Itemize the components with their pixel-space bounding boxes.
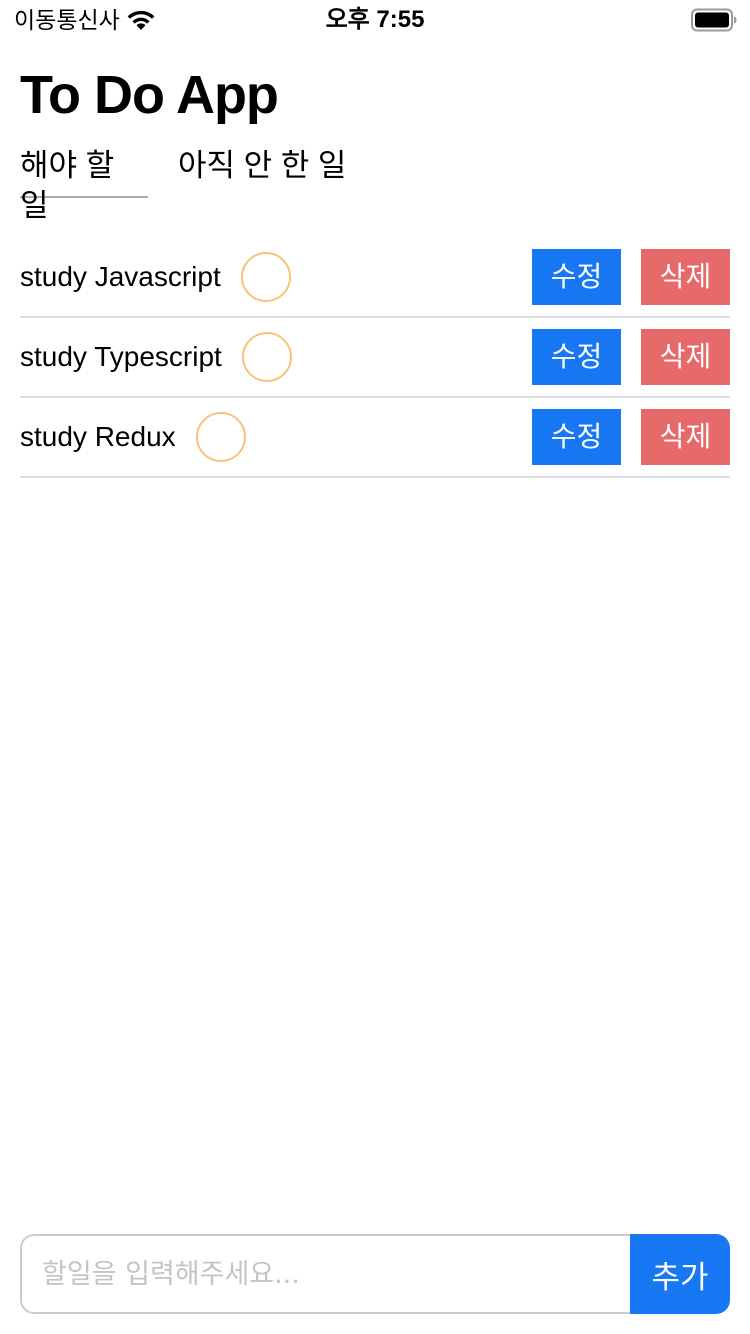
add-button[interactable]: 추가 [630,1234,730,1314]
status-time: 오후 7:55 [325,6,425,33]
todo-item: study Redux 수정 삭제 [20,398,730,478]
todo-text: study Typescript [20,341,222,372]
tab-undone[interactable]: 아직 안 한 일 [178,146,346,198]
todo-text: study Redux [20,421,176,452]
edit-button[interactable]: 수정 [532,249,621,305]
delete-button[interactable]: 삭제 [641,249,730,305]
page-title: To Do App [20,65,279,125]
todo-input[interactable] [20,1234,640,1314]
status-bar: 이동통신사 오후 7:55 [0,0,750,40]
edit-button[interactable]: 수정 [532,329,621,385]
todo-list: study Javascript 수정 삭제 study Typescript … [20,238,730,478]
delete-button[interactable]: 삭제 [641,409,730,465]
complete-toggle[interactable] [241,332,292,382]
edit-button[interactable]: 수정 [532,409,621,465]
delete-button[interactable]: 삭제 [641,329,730,385]
complete-toggle[interactable] [240,252,291,302]
todo-item: study Javascript 수정 삭제 [20,238,730,318]
tab-todo[interactable]: 해야 할 일 [20,146,148,223]
app-screen: 이동통신사 오후 7:55 To Do App 해야 할 일 아직 안 한 일 … [0,0,750,1334]
battery-icon [691,8,737,32]
complete-toggle[interactable] [195,412,246,462]
todo-item: study Typescript 수정 삭제 [20,318,730,398]
todo-text: study Javascript [20,261,221,292]
add-todo-bar: 추가 [20,1234,730,1314]
